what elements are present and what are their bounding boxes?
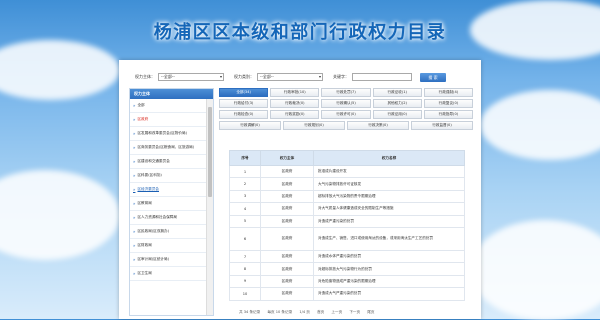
pager-last[interactable]: 尾页 [367,310,374,314]
power-name-link[interactable]: 超标排放大气污染物的责令限期治理 [313,189,465,204]
table-row: 1 区政府 批准成片建设开发 [229,164,465,179]
tab[interactable]: 其他权力(2) [372,99,422,108]
sidebar-item[interactable]: » 区经济委员会 [130,183,208,197]
sidebar-item[interactable]: » 区科委(区科协) [130,169,208,183]
sidebar-item[interactable]: » 区教育局 [130,197,208,211]
category-tabs: 全部(34) 行政审批(10) 行政处罚(7) 行政征收(1) 行政强制(4) … [219,88,475,132]
arrow-right-icon: » [133,229,136,234]
tab[interactable]: 行政奖励(0) [270,110,320,119]
chevron-down-icon: ▾ [219,74,222,79]
pager-prev[interactable]: 上一页 [331,310,342,314]
tab[interactable]: 行政强制(4) [423,88,474,97]
sidebar-item[interactable]: » 区政府 [130,113,208,127]
power-name-link[interactable]: 对危险废物造成严重污染的限期治理 [313,274,465,289]
table-row: 7 区政府 对造成水体严重污染的处罚 [229,249,465,264]
arrow-right-icon: » [133,145,136,150]
sidebar-item[interactable]: » 区民政局(区双拥办) [130,225,208,239]
sidebar-item-all[interactable]: » 全部 [130,99,208,113]
chevron-down-icon: ▾ [318,74,321,79]
arrow-right-icon: » [133,159,136,164]
sidebar-item[interactable]: » 区发展和改革委员会(区物价局) [130,127,208,141]
table-row: 9 区政府 对危险废物造成严重污染的限期治理 [229,274,465,289]
arrow-right-icon: » [133,117,136,122]
pager-per-page: 每页 10 条记录 [267,310,293,314]
pagination: 共 34 条记录 每页 10 条记录 1/4 页 首页 上一页 下一页 尾页 [239,310,380,315]
tab[interactable]: 行政给付(3) [219,99,269,108]
tab[interactable]: 行政征收(1) [372,88,422,97]
sidebar-scrollbar[interactable] [206,99,213,315]
tab[interactable]: 行政监督(0) [411,121,473,130]
table-row: 5 区政府 对造成严重污染的处罚 [229,214,465,228]
tab[interactable]: 行政检查(0) [219,110,269,119]
scrollbar-thumb[interactable] [208,107,212,197]
power-name-link[interactable]: 批准成片建设开发 [313,164,465,179]
sidebar-item[interactable]: » 区人力资源和社会保障局 [130,211,208,225]
keyword-input[interactable] [352,73,412,81]
pager-page: 1/4 页 [299,310,310,314]
column-header-index: 序号 [229,150,261,166]
tab-all[interactable]: 全部(34) [219,88,269,97]
tab[interactable]: 行政处罚(7) [321,88,371,97]
tab[interactable]: 行政征用(0) [372,110,422,119]
table-row: 2 区政府 大气污染物排放许可证核发 [229,177,465,191]
power-name-link[interactable]: 对超标排放大气污染物行为的处罚 [313,262,465,276]
table-row: 6 区政府 对造成生产、销售、进口或使用淘汰的设备，或采用淘汰生产工艺的处罚 [229,226,465,251]
table-row: 3 区政府 超标排放大气污染物的责令限期治理 [229,189,465,204]
power-name-link[interactable]: 大气污染物排放许可证核发 [313,177,465,191]
tab[interactable]: 行政决策(0) [347,121,409,130]
main-panel: 权力主体： --全部-- ▾ 权力类别： --全部-- ▾ 关键字： 搜 索 权… [119,60,481,319]
power-name-link[interactable]: 对大气质量人体健康造成安全的限制生产等措施 [313,202,465,216]
arrow-right-icon: » [133,243,136,248]
keyword-label: 关键字： [333,74,349,79]
arrow-right-icon: » [133,187,136,192]
power-name-link[interactable]: 对造成生产、销售、进口或使用淘汰的设备，或采用淘汰生产工艺的处罚 [313,226,465,251]
pager-next[interactable]: 下一页 [349,310,360,314]
sidebar-item[interactable]: » 区建设和交通委员会 [130,155,208,169]
tab[interactable]: 行政复议(0) [423,99,474,108]
sidebar-item[interactable]: » 区审计局(区统计局) [130,253,208,267]
authority-sidebar: 权力主体 » 全部 » 区政府 » 区发展和改革委员会(区物价局) » 区商务委员会(区… [129,88,214,316]
tab[interactable]: 行政确认(5) [321,99,371,108]
arrow-right-icon: » [133,271,136,276]
tab[interactable]: 行政调解(0) [219,121,281,130]
pager-first[interactable]: 首页 [317,310,324,314]
page-title: 杨浦区区本级和部门行政权力目录 [153,22,447,43]
arrow-right-icon: » [133,131,136,136]
sidebar-item[interactable]: » 区商务委员会(区粮食局、区旅游局) [130,141,208,155]
arrow-right-icon: » [133,173,136,178]
category-select[interactable]: --全部-- ▾ [158,73,224,81]
tab[interactable]: 行政规划(0) [283,121,345,130]
power-name-link[interactable]: 对造成水体严重污染的处罚 [313,249,465,264]
column-header-name: 权力名称 [313,150,465,166]
tab[interactable]: 行政许可(0) [321,110,371,119]
category-label: 权力主体： [135,74,155,79]
power-table: 序号 权力主体 权力名称 1 区政府 批准成片建设开发 2 区政府 大气污染物排放许可证… [229,150,465,301]
filter-bar: 权力主体： --全部-- ▾ 权力类别： --全部-- ▾ 关键字： 搜 索 [135,72,446,82]
table-row: 8 区政府 对超标排放大气污染物行为的处罚 [229,262,465,276]
search-button[interactable]: 搜 索 [420,72,446,82]
tab[interactable]: 行政指导(0) [423,110,474,119]
table-row: 4 区政府 对大气质量人体健康造成安全的限制生产等措施 [229,202,465,216]
arrow-right-icon: » [133,257,136,262]
sidebar-item[interactable]: » 区卫生局 [130,267,208,281]
power-name-link[interactable]: 对造成大气严重污染的处罚 [313,287,465,301]
pager-summary: 共 34 条记录 [239,310,261,314]
tab[interactable]: 行政审批(10) [270,88,320,97]
power-name-link[interactable]: 对造成严重污染的处罚 [313,214,465,228]
sidebar-item[interactable]: » 区财政局 [130,239,208,253]
tab[interactable]: 行政裁决(0) [270,99,320,108]
sidebar-header: 权力主体 [130,89,213,99]
arrow-right-icon: » [133,201,136,206]
column-header-subject: 权力主体 [260,150,314,166]
arrow-right-icon: » [133,215,136,220]
arrow-right-icon: » [133,103,136,108]
type-label: 权力类别： [234,74,254,79]
table-row: 10 区政府 对造成大气严重污染的处罚 [229,287,465,301]
type-select[interactable]: --全部-- ▾ [257,73,323,81]
sidebar-list: » 全部 » 区政府 » 区发展和改革委员会(区物价局) » 区商务委员会(区粮食局、区… [130,99,208,281]
